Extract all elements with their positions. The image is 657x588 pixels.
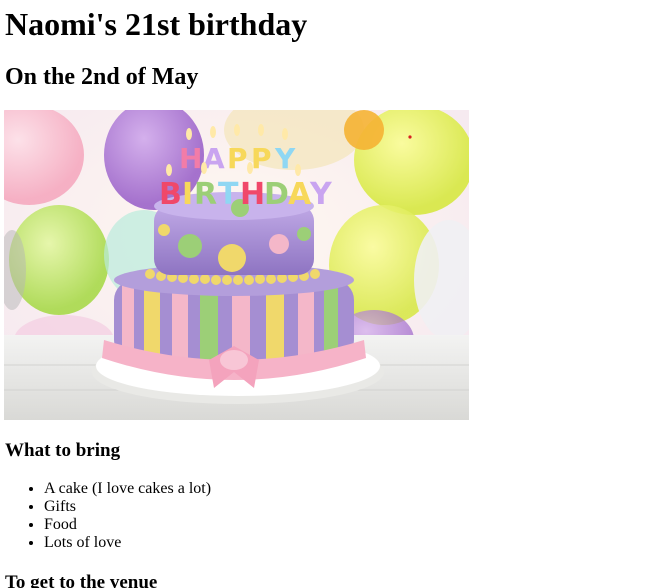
what-to-bring-heading: What to bring: [5, 440, 121, 461]
page: Naomi's 21st birthday On the 2nd of May: [0, 0, 657, 588]
svg-text:H: H: [179, 142, 202, 175]
svg-text:P: P: [251, 142, 272, 175]
svg-text:Y: Y: [274, 142, 296, 175]
birthday-cake-image: H A P P Y B I R T H D A Y: [4, 110, 469, 420]
svg-text:A: A: [288, 177, 312, 212]
svg-text:I: I: [182, 177, 193, 212]
page-subtitle: On the 2nd of May: [5, 64, 199, 90]
svg-text:R: R: [194, 177, 217, 212]
list-item: Gifts: [44, 498, 211, 516]
bring-list: A cake (I love cakes a lot) Gifts Food L…: [0, 480, 211, 552]
svg-text:Y: Y: [309, 177, 333, 212]
list-item: A cake (I love cakes a lot): [44, 480, 211, 498]
svg-text:D: D: [264, 177, 289, 212]
svg-text:P: P: [227, 142, 248, 175]
venue-heading: To get to the venue: [5, 572, 158, 588]
svg-text:H: H: [240, 177, 265, 212]
list-item: Lots of love: [44, 534, 211, 552]
svg-text:B: B: [159, 177, 182, 212]
list-item: Food: [44, 516, 211, 534]
svg-text:T: T: [218, 177, 239, 212]
page-title: Naomi's 21st birthday: [5, 6, 308, 42]
